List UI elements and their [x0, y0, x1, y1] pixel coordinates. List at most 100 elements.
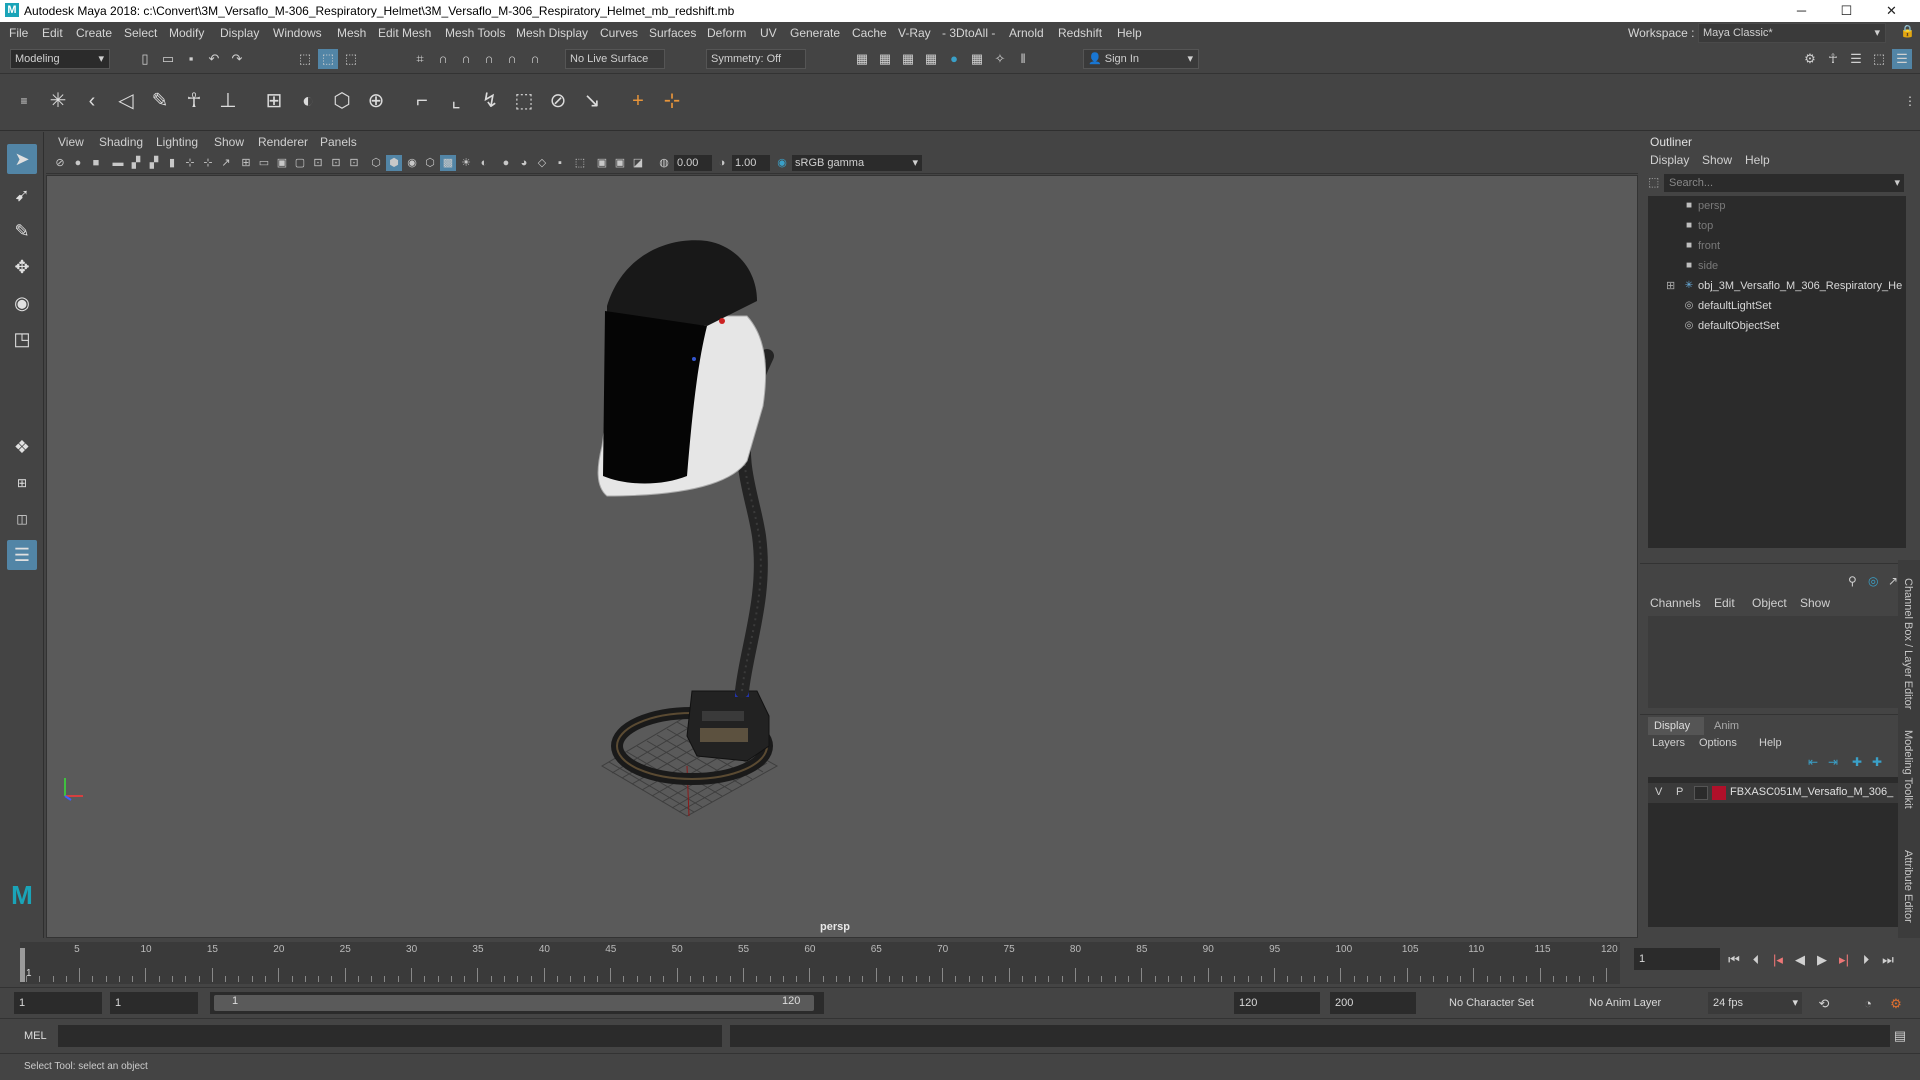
helmet-model[interactable] [47, 176, 1637, 937]
menu-redshift[interactable]: Redshift [1058, 26, 1102, 40]
channel-box-toggle-icon[interactable]: ☰ [1892, 49, 1912, 69]
rotate-tool-icon[interactable]: ◉ [7, 288, 37, 318]
channel-edit-icon[interactable]: ↗ [1888, 574, 1898, 588]
command-input[interactable] [58, 1025, 722, 1047]
attribute-editor-toggle-icon[interactable]: ☰ [1846, 49, 1866, 69]
shelf-star-icon[interactable]: ✳ [44, 87, 72, 115]
shelf-cv-curve-icon[interactable]: ‹ [78, 87, 106, 115]
command-language-label[interactable]: MEL [24, 1030, 47, 1042]
shelf-ep-curve-icon[interactable]: ◁ [112, 87, 140, 115]
gamma-field[interactable]: 1.00 [732, 155, 770, 171]
menu-deform[interactable]: Deform [707, 26, 746, 40]
filter-icon[interactable]: ⬚ [1648, 175, 1659, 189]
menu-generate[interactable]: Generate [790, 26, 840, 40]
outliner-item[interactable]: ◎ defaultLightSet [1648, 296, 1906, 316]
single-view-icon[interactable]: ❖ [7, 432, 37, 462]
menu-cache[interactable]: Cache [852, 26, 887, 40]
step-back-frame-icon[interactable]: |◂ [1769, 950, 1787, 970]
step-back-key-icon[interactable]: ⏴ [1747, 950, 1765, 970]
time-slider-track[interactable]: 1 5 10 15 20 25 30 35 40 45 50 55 60 65 70 75 80 85 90 95 1… [20, 942, 1620, 984]
snap-grid-icon[interactable]: ⌗ [410, 49, 430, 69]
playback-end-field[interactable]: 120 [1234, 992, 1320, 1014]
snap-point-icon[interactable]: ∩ [456, 49, 476, 69]
shelf-multicut-icon[interactable]: ⬚ [510, 87, 538, 115]
four-view-icon[interactable]: ⊞ [7, 468, 37, 498]
new-layer-selected-icon[interactable]: ✚ [1872, 755, 1882, 769]
shelf-bevel-icon[interactable]: ⌞ [442, 87, 470, 115]
viewport-menu-panels[interactable]: Panels [320, 135, 357, 149]
hypershade-icon[interactable]: ● [944, 49, 964, 69]
use-all-lights-icon[interactable]: ☀ [458, 155, 474, 171]
render-view-icon[interactable]: ▦ [852, 49, 872, 69]
snap-live-icon[interactable]: ∩ [525, 49, 545, 69]
shelf-bridge-icon[interactable]: ↯ [476, 87, 504, 115]
anim-layer-dropdown[interactable]: No Anim Layer [1584, 992, 1684, 1014]
textured-icon[interactable]: ▩ [440, 155, 456, 171]
shelf-lattice-icon[interactable]: ⊞ [260, 87, 288, 115]
layer-color-swatch[interactable] [1712, 786, 1726, 800]
layers-menu-help[interactable]: Help [1759, 737, 1782, 749]
maximize-button[interactable]: ☐ [1824, 0, 1869, 22]
menu-edit[interactable]: Edit [42, 26, 63, 40]
open-scene-icon[interactable]: ▭ [158, 49, 178, 69]
ambient-occlusion-icon[interactable]: ● [498, 155, 514, 171]
live-surface-field[interactable]: No Live Surface [565, 49, 665, 69]
menu-arnold[interactable]: Arnold [1009, 26, 1044, 40]
shelf-menu-icon[interactable]: ≡ [10, 87, 38, 115]
render-settings-icon[interactable]: ▦ [921, 49, 941, 69]
go-to-end-icon[interactable]: ⏭ [1879, 950, 1897, 970]
save-scene-icon[interactable]: ▪ [181, 49, 201, 69]
undo-icon[interactable]: ↶ [204, 49, 224, 69]
animation-end-field[interactable]: 200 [1330, 992, 1416, 1014]
fps-dropdown[interactable]: 24 fps ▾ [1708, 992, 1802, 1014]
snap-surface-icon[interactable]: ∩ [502, 49, 522, 69]
safe-action-icon[interactable]: ⊡ [328, 155, 344, 171]
camera-track-icon[interactable]: ⊹ [200, 155, 216, 171]
shelf-scroll-icon[interactable]: ⋮ [1896, 87, 1920, 115]
channel-menu-channels[interactable]: Channels [1650, 596, 1701, 610]
move-layer-up-icon[interactable]: ⇤ [1808, 755, 1818, 769]
minimize-button[interactable]: ─ [1779, 0, 1824, 22]
outliner-item[interactable]: ■ front [1648, 236, 1906, 256]
select-component-icon[interactable]: ⬚ [341, 49, 361, 69]
menu-set-dropdown[interactable]: Modeling ▾ [10, 49, 110, 69]
menu-edit-mesh[interactable]: Edit Mesh [378, 26, 431, 40]
expand-icon[interactable]: ⊞ [1666, 276, 1675, 296]
exposure-icon[interactable]: ◍ [656, 155, 672, 171]
character-set-dropdown[interactable]: No Character Set [1444, 992, 1574, 1014]
current-frame-field[interactable]: 1 [1634, 948, 1720, 970]
shelf-edge-loop-icon[interactable]: ⊘ [544, 87, 572, 115]
bookmark-icon[interactable]: ▮ [164, 155, 180, 171]
menu-surfaces[interactable]: Surfaces [649, 26, 696, 40]
outliner-item[interactable]: ■ persp [1648, 196, 1906, 216]
sign-in-dropdown[interactable]: 👤 Sign In ▾ [1083, 49, 1199, 69]
side-tab-attribute-editor[interactable]: Attribute Editor [1902, 850, 1914, 923]
channel-menu-object[interactable]: Object [1752, 596, 1787, 610]
tool-settings-toggle-icon[interactable]: ⬚ [1869, 49, 1889, 69]
snap-curve-icon[interactable]: ∩ [433, 49, 453, 69]
anti-aliasing-icon[interactable]: ◇ [534, 155, 550, 171]
smooth-shade-icon[interactable]: ⬢ [386, 155, 402, 171]
channel-menu-edit[interactable]: Edit [1714, 596, 1735, 610]
animation-prefs-icon[interactable]: ⚙ [1886, 994, 1906, 1014]
viewport-scene[interactable]: persp [46, 175, 1638, 938]
grid-toggle-icon[interactable]: ⊞ [238, 155, 254, 171]
outliner-menu-show[interactable]: Show [1702, 153, 1732, 167]
menu-mesh-tools[interactable]: Mesh Tools [445, 26, 505, 40]
animation-start-field[interactable]: 1 [14, 992, 102, 1014]
play-forwards-icon[interactable]: ▶ [1813, 950, 1831, 970]
shelf-cube-icon[interactable]: ⬡ [328, 87, 356, 115]
menu-windows[interactable]: Windows [273, 26, 322, 40]
outliner-item[interactable]: ■ top [1648, 216, 1906, 236]
layer-reference-toggle[interactable] [1694, 786, 1708, 800]
lasso-tool-icon[interactable]: ➹ [7, 180, 37, 210]
shelf-snap-pivot-icon[interactable]: ⊹ [658, 87, 686, 115]
depth-of-field-icon[interactable]: ▪ [552, 155, 568, 171]
select-hierarchy-icon[interactable]: ⬚ [295, 49, 315, 69]
layer-visibility-toggle[interactable]: V [1655, 786, 1662, 798]
layers-menu-layers[interactable]: Layers [1652, 737, 1685, 749]
menu-mesh[interactable]: Mesh [337, 26, 366, 40]
color-space-dropdown[interactable]: sRGB gamma ▾ [792, 155, 922, 171]
safe-title-icon[interactable]: ⊡ [346, 155, 362, 171]
layer-playback-toggle[interactable]: P [1676, 786, 1683, 798]
